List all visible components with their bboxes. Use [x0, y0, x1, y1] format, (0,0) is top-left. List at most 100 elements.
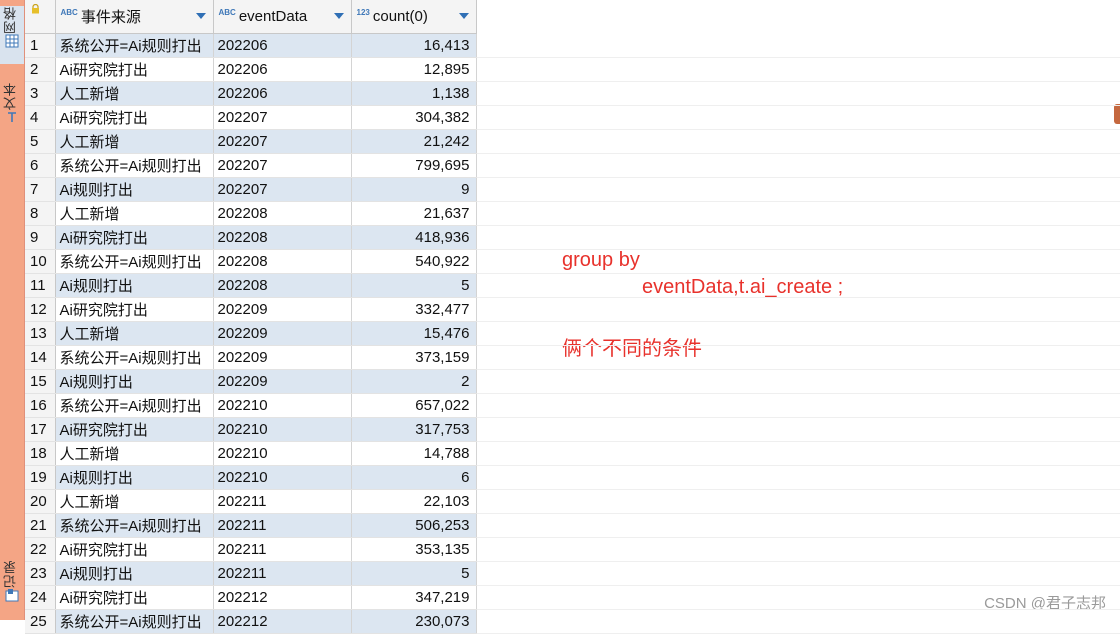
tab-text[interactable]: 文本 [0, 82, 24, 134]
cell-count[interactable]: 16,413 [351, 33, 477, 58]
row-number[interactable]: 7 [25, 177, 56, 202]
cell-eventdata[interactable]: 202207 [213, 177, 352, 202]
cell-eventdata[interactable]: 202206 [213, 33, 352, 58]
cell-eventdata[interactable]: 202207 [213, 153, 352, 178]
table-row[interactable]: 21 系统公开=Ai规则打出 202211 506,253 [25, 513, 477, 538]
row-number[interactable]: 9 [25, 225, 56, 250]
cell-eventdata[interactable]: 202210 [213, 465, 352, 490]
cell-eventdata[interactable]: 202208 [213, 273, 352, 298]
cell-source[interactable]: Ai研究院打出 [55, 297, 214, 322]
table-row[interactable]: 11 Ai规则打出 202208 5 [25, 273, 477, 298]
row-number[interactable]: 16 [25, 393, 56, 418]
cell-source[interactable]: Ai规则打出 [55, 177, 214, 202]
table-row[interactable]: 25 系统公开=Ai规则打出 202212 230,073 [25, 609, 477, 634]
table-row[interactable]: 8 人工新增 202208 21,637 [25, 201, 477, 226]
row-number[interactable]: 11 [25, 273, 56, 298]
cell-count[interactable]: 1,138 [351, 81, 477, 106]
table-row[interactable]: 20 人工新增 202211 22,103 [25, 489, 477, 514]
row-number[interactable]: 24 [25, 585, 56, 610]
cell-source[interactable]: Ai研究院打出 [55, 585, 214, 610]
cell-count[interactable]: 22,103 [351, 489, 477, 514]
cell-source[interactable]: 人工新增 [55, 441, 214, 466]
cell-count[interactable]: 15,476 [351, 321, 477, 346]
table-row[interactable]: 5 人工新增 202207 21,242 [25, 129, 477, 154]
table-row[interactable]: 17 Ai研究院打出 202210 317,753 [25, 417, 477, 442]
table-row[interactable]: 15 Ai规则打出 202209 2 [25, 369, 477, 394]
cell-count[interactable]: 373,159 [351, 345, 477, 370]
row-number[interactable]: 14 [25, 345, 56, 370]
table-row[interactable]: 12 Ai研究院打出 202209 332,477 [25, 297, 477, 322]
cell-eventdata[interactable]: 202212 [213, 585, 352, 610]
cell-source[interactable]: 人工新增 [55, 321, 214, 346]
cell-source[interactable]: 系统公开=Ai规则打出 [55, 345, 214, 370]
cell-eventdata[interactable]: 202209 [213, 345, 352, 370]
row-number[interactable]: 10 [25, 249, 56, 274]
filter-arrow-icon[interactable] [195, 13, 206, 19]
cell-count[interactable]: 799,695 [351, 153, 477, 178]
cell-count[interactable]: 353,135 [351, 537, 477, 562]
row-number[interactable]: 22 [25, 537, 56, 562]
filter-arrow-icon[interactable] [458, 13, 469, 19]
filter-arrow-icon[interactable] [333, 13, 344, 19]
cell-count[interactable]: 21,637 [351, 201, 477, 226]
table-row[interactable]: 22 Ai研究院打出 202211 353,135 [25, 537, 477, 562]
table-row[interactable]: 7 Ai规则打出 202207 9 [25, 177, 477, 202]
cell-source[interactable]: 系统公开=Ai规则打出 [55, 513, 214, 538]
cell-count[interactable]: 21,242 [351, 129, 477, 154]
cell-source[interactable]: 系统公开=Ai规则打出 [55, 609, 214, 634]
cell-eventdata[interactable]: 202209 [213, 369, 352, 394]
cell-eventdata[interactable]: 202208 [213, 201, 352, 226]
cell-source[interactable]: Ai规则打出 [55, 465, 214, 490]
row-number[interactable]: 21 [25, 513, 56, 538]
cell-source[interactable]: 系统公开=Ai规则打出 [55, 393, 214, 418]
cell-source[interactable]: 人工新增 [55, 81, 214, 106]
row-number[interactable]: 8 [25, 201, 56, 226]
cell-eventdata[interactable]: 202207 [213, 105, 352, 130]
column-header-source[interactable]: ABC 事件来源 [55, 0, 214, 34]
row-number[interactable]: 2 [25, 57, 56, 82]
tab-grid[interactable]: 网格 [0, 6, 24, 64]
cell-source[interactable]: Ai研究院打出 [55, 225, 214, 250]
cell-count[interactable]: 332,477 [351, 297, 477, 322]
cell-source[interactable]: 系统公开=Ai规则打出 [55, 153, 214, 178]
row-number[interactable]: 1 [25, 33, 56, 58]
row-number[interactable]: 4 [25, 105, 56, 130]
table-row[interactable]: 1 系统公开=Ai规则打出 202206 16,413 [25, 33, 477, 58]
cell-source[interactable]: Ai规则打出 [55, 273, 214, 298]
grid-corner[interactable] [25, 0, 56, 34]
table-row[interactable]: 18 人工新增 202210 14,788 [25, 441, 477, 466]
cell-eventdata[interactable]: 202208 [213, 249, 352, 274]
table-row[interactable]: 4 Ai研究院打出 202207 304,382 [25, 105, 477, 130]
cell-eventdata[interactable]: 202211 [213, 489, 352, 514]
table-row[interactable]: 6 系统公开=Ai规则打出 202207 799,695 [25, 153, 477, 178]
cell-source[interactable]: 系统公开=Ai规则打出 [55, 249, 214, 274]
table-row[interactable]: 24 Ai研究院打出 202212 347,219 [25, 585, 477, 610]
cell-source[interactable]: 系统公开=Ai规则打出 [55, 33, 214, 58]
cell-source[interactable]: Ai研究院打出 [55, 57, 214, 82]
row-number[interactable]: 18 [25, 441, 56, 466]
cell-count[interactable]: 540,922 [351, 249, 477, 274]
cell-eventdata[interactable]: 202211 [213, 561, 352, 586]
table-row[interactable]: 19 Ai规则打出 202210 6 [25, 465, 477, 490]
cell-count[interactable]: 657,022 [351, 393, 477, 418]
cell-count[interactable]: 14,788 [351, 441, 477, 466]
row-number[interactable]: 19 [25, 465, 56, 490]
cell-source[interactable]: 人工新增 [55, 201, 214, 226]
table-row[interactable]: 3 人工新增 202206 1,138 [25, 81, 477, 106]
cell-count[interactable]: 6 [351, 465, 477, 490]
cell-source[interactable]: 人工新增 [55, 129, 214, 154]
table-row[interactable]: 9 Ai研究院打出 202208 418,936 [25, 225, 477, 250]
row-number[interactable]: 15 [25, 369, 56, 394]
row-number[interactable]: 5 [25, 129, 56, 154]
table-row[interactable]: 10 系统公开=Ai规则打出 202208 540,922 [25, 249, 477, 274]
table-row[interactable]: 14 系统公开=Ai规则打出 202209 373,159 [25, 345, 477, 370]
cell-source[interactable]: Ai规则打出 [55, 369, 214, 394]
cell-count[interactable]: 230,073 [351, 609, 477, 634]
cell-eventdata[interactable]: 202210 [213, 393, 352, 418]
row-number[interactable]: 3 [25, 81, 56, 106]
row-number[interactable]: 20 [25, 489, 56, 514]
column-header-eventdata[interactable]: ABC eventData [213, 0, 352, 34]
cell-source[interactable]: 人工新增 [55, 489, 214, 514]
cell-count[interactable]: 418,936 [351, 225, 477, 250]
cell-eventdata[interactable]: 202206 [213, 57, 352, 82]
